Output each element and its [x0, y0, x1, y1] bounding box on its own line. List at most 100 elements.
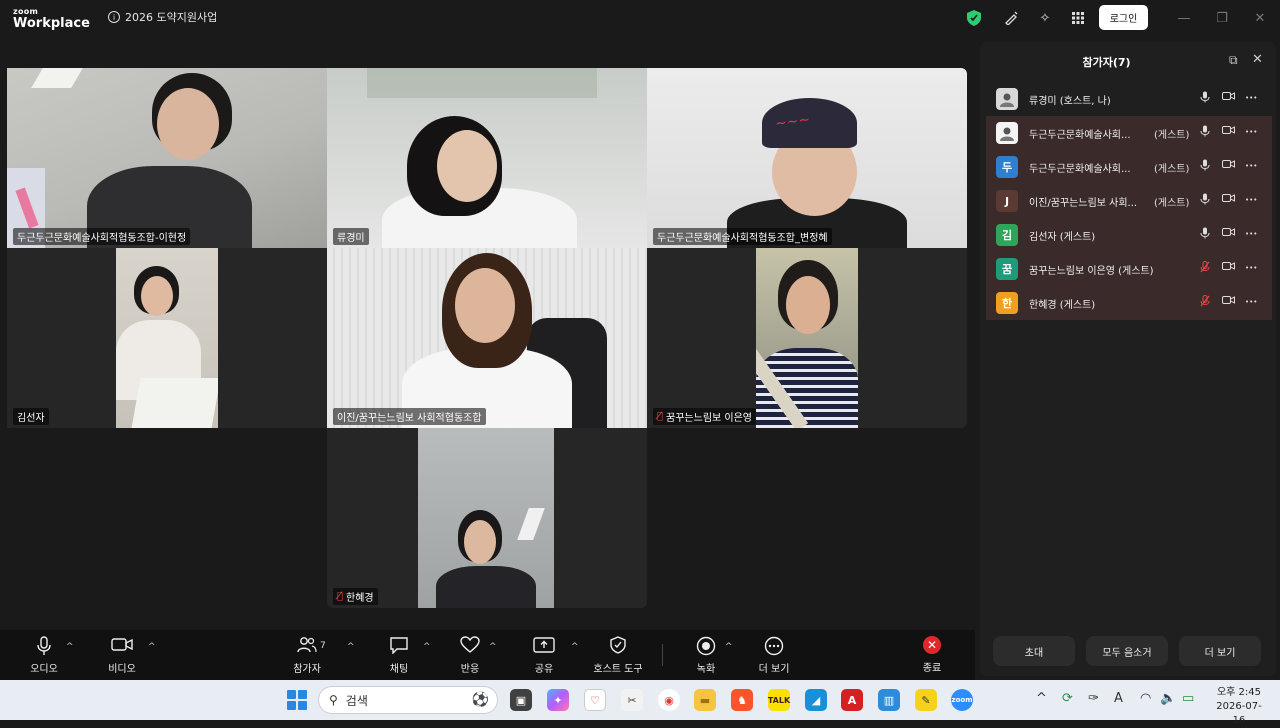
participant-row[interactable]: 한 한혜경 (게스트) ••• [986, 286, 1272, 320]
microphone-icon[interactable] [1200, 91, 1210, 106]
more-options-icon[interactable]: ••• [1245, 94, 1257, 102]
ai-sparkle-icon[interactable]: ✧ [1036, 9, 1054, 27]
sticky-notes-icon[interactable]: ✎ [915, 689, 937, 711]
snipping-tool-icon[interactable]: ✂ [621, 689, 643, 711]
system-clock[interactable]: 오후 2:45 2026-07-16 [1210, 686, 1268, 728]
video-tile-7[interactable]: 🎙̸ 한혜경 [327, 428, 647, 608]
zoom-taskbar-icon[interactable]: zoom [951, 689, 973, 711]
share-label: 공유 [534, 663, 554, 675]
video-tile-5[interactable]: 이진/꿈꾸는느림보 사회적협동조합 [327, 248, 647, 428]
copilot-icon[interactable]: ✦ [547, 689, 569, 711]
meeting-title: 2026 도약지원사업 [125, 11, 218, 24]
logo-bottom: Workplace [13, 16, 90, 31]
mic-muted-icon[interactable] [1200, 295, 1210, 310]
video-button[interactable]: 비디오 [102, 630, 142, 680]
wifi-icon[interactable]: ◠ [1140, 691, 1151, 706]
more-options-icon[interactable]: ••• [1245, 298, 1257, 306]
show-hidden-icons[interactable]: ^ [1036, 691, 1047, 706]
file-explorer-icon[interactable]: ▬ [694, 689, 716, 711]
audio-button[interactable]: 오디오 [24, 630, 64, 680]
battery-icon[interactable]: ▭ [1182, 691, 1194, 706]
sync-icon[interactable]: ⟳ [1062, 691, 1073, 706]
share-button[interactable]: 공유 [524, 630, 564, 680]
record-button[interactable]: 녹화 [686, 630, 726, 680]
microphone-icon[interactable] [1200, 193, 1210, 208]
more-options-icon[interactable]: ••• [1245, 264, 1257, 272]
reactions-options-caret[interactable]: ^ [489, 642, 497, 652]
more-options-icon[interactable]: ••• [1245, 196, 1257, 204]
whiteboard-pen-icon[interactable] [1002, 9, 1020, 27]
more-button[interactable]: 더 보기 [752, 630, 796, 680]
taskbar-search[interactable]: ⚲ 검색 ⚽ [318, 686, 498, 714]
brave-icon[interactable]: ♞ [731, 689, 753, 711]
login-button[interactable]: 로그인 [1099, 5, 1148, 30]
person-face [437, 130, 497, 202]
camera-icon[interactable] [1222, 227, 1235, 240]
microphone-icon[interactable] [1200, 159, 1210, 174]
video-options-caret[interactable]: ^ [148, 642, 156, 652]
kakaotalk-icon[interactable]: TALK [768, 689, 790, 711]
maximize-icon[interactable]: ❐ [1212, 8, 1232, 28]
reactions-button[interactable]: 반응 [450, 630, 490, 680]
share-options-caret[interactable]: ^ [571, 642, 579, 652]
camera-icon[interactable] [1222, 159, 1235, 172]
start-button[interactable] [287, 690, 307, 710]
camera-icon[interactable] [1222, 193, 1235, 206]
video-tile-1[interactable]: 두근두근문화예술사회적협동조합-이현정 [7, 68, 327, 248]
video-tile-2[interactable]: 류경미 [327, 68, 647, 248]
end-x-icon: ✕ [923, 636, 941, 654]
clock-date: 2026-07-16 [1216, 701, 1262, 726]
window-background [367, 68, 597, 98]
panel-more-button[interactable]: 더 보기 [1179, 636, 1261, 666]
video-tile-4[interactable]: 김선자 [7, 248, 327, 428]
participant-row[interactable]: 두근두근문화예술사회... (게스트) ••• [986, 116, 1272, 150]
shield-check-icon[interactable] [965, 9, 983, 27]
meeting-info[interactable]: i 2026 도약지원사업 [108, 9, 217, 25]
camera-icon[interactable] [1222, 125, 1235, 138]
apps-grid-icon[interactable] [1069, 9, 1087, 27]
invite-button[interactable]: 초대 [993, 636, 1075, 666]
close-panel-icon[interactable]: ✕ [1252, 52, 1263, 67]
video-tile-6[interactable]: 🎙̸ 꿈꾸는느림보 이은영 [647, 248, 967, 428]
more-options-icon[interactable]: ••• [1245, 162, 1257, 170]
microphone-icon[interactable] [1200, 227, 1210, 242]
camera-icon[interactable] [1222, 261, 1235, 274]
volume-icon[interactable]: 🔈 [1160, 691, 1176, 706]
popout-icon[interactable]: ⧉ [1229, 53, 1238, 68]
chat-button[interactable]: 채팅 [379, 630, 419, 680]
camera-icon[interactable] [1222, 295, 1235, 308]
mic-muted-icon[interactable] [1200, 261, 1210, 276]
participant-row[interactable]: 꿈 꿈꾸는느림보 이은영 (게스트) ••• [986, 252, 1272, 286]
clock-time: 오후 2:45 [1216, 687, 1262, 698]
participant-row[interactable]: J 이진/꿈꾸는느림보 사회... (게스트) ••• [986, 184, 1272, 218]
minimize-icon[interactable]: — [1174, 8, 1194, 28]
participants-options-caret[interactable]: ^ [347, 642, 355, 652]
participant-row[interactable]: 두 두근두근문화예술사회... (게스트) ••• [986, 150, 1272, 184]
participant-row[interactable]: 류경미 (호스트, 나) ••• [986, 82, 1272, 116]
mute-all-button[interactable]: 모두 음소거 [1086, 636, 1168, 666]
record-options-caret[interactable]: ^ [725, 642, 733, 652]
chat-options-caret[interactable]: ^ [423, 642, 431, 652]
participants-button[interactable]: 참가자 [287, 630, 327, 680]
camera-icon[interactable] [1222, 91, 1235, 104]
audio-options-caret[interactable]: ^ [66, 642, 74, 652]
more-options-icon[interactable]: ••• [1245, 230, 1257, 238]
task-view-icon[interactable]: ▣ [510, 689, 532, 711]
video-tile-3[interactable]: ~~~ 두근두근문화예술사회적협동조합_변정혜 [647, 68, 967, 248]
record-label: 녹화 [696, 663, 716, 675]
chrome-icon[interactable]: ◉ [658, 689, 680, 711]
participant-row[interactable]: 김 김선자 (게스트) ••• [986, 218, 1272, 252]
more-options-icon[interactable]: ••• [1245, 128, 1257, 136]
pen-menu-icon[interactable]: ✑ [1088, 691, 1099, 706]
app-icon-1[interactable]: ♡ [584, 689, 606, 711]
input-language-icon[interactable]: A [1114, 691, 1123, 706]
tile-name: 김선자 [17, 413, 45, 424]
host-tools-button[interactable]: 호스트 도구 [588, 630, 648, 680]
more-dots-icon [764, 636, 784, 658]
microphone-icon[interactable] [1200, 125, 1210, 140]
app-icon-3[interactable]: ▥ [878, 689, 900, 711]
app-icon-2[interactable]: ◢ [805, 689, 827, 711]
acrobat-icon[interactable]: A [841, 689, 863, 711]
end-meeting-button[interactable]: ✕ 종료 [914, 630, 950, 680]
close-window-icon[interactable]: ✕ [1250, 8, 1270, 28]
